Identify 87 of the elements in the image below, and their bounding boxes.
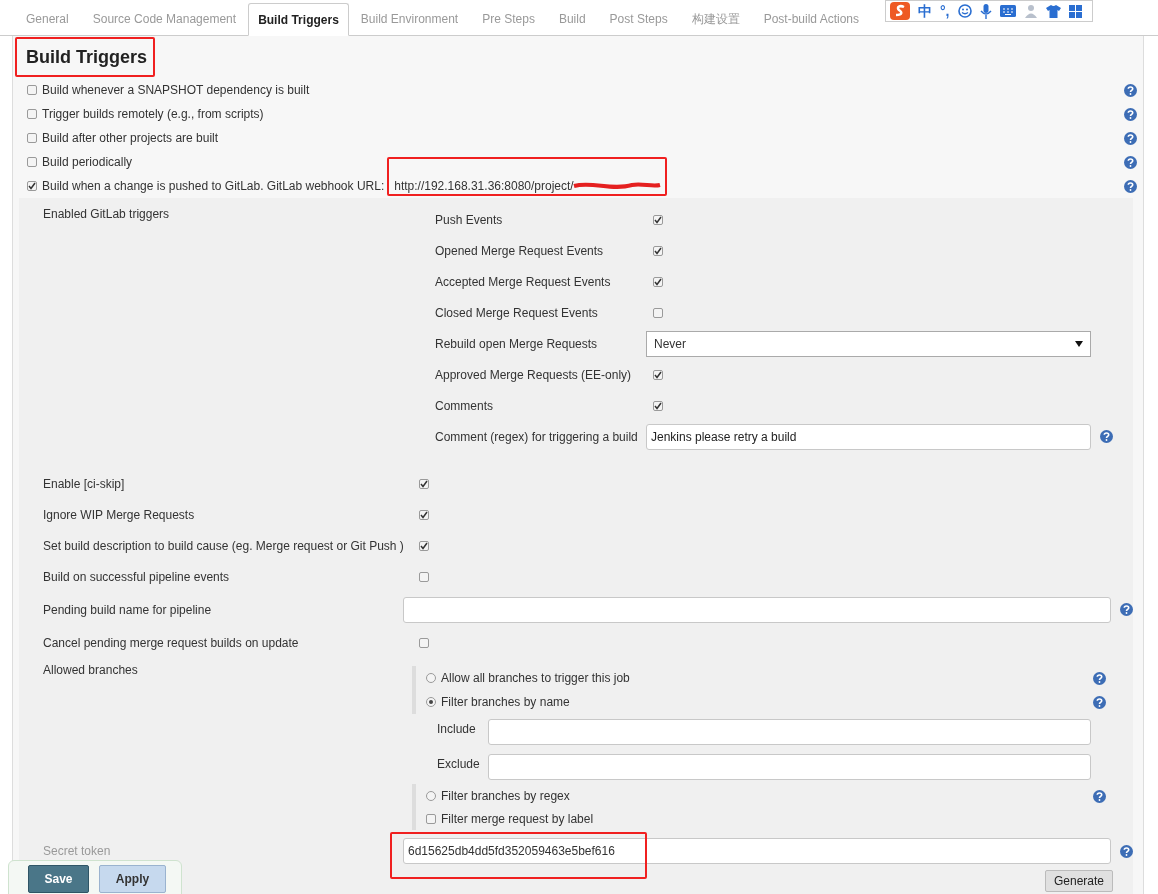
option-label: Enable [ci-skip]: [42, 475, 126, 493]
option-label: Pending build name for pipeline: [42, 601, 213, 619]
trigger-label: Build periodically: [42, 154, 133, 171]
trigger-label: Trigger builds remotely (e.g., from scripts): [42, 106, 264, 123]
help-icon[interactable]: [1124, 155, 1137, 169]
event-label: Comment (regex) for triggering a build: [435, 428, 639, 446]
shirt-icon[interactable]: [1045, 4, 1061, 18]
option-label: Set build description to build cause (eg. Merge request or Git Push ): [42, 537, 405, 555]
tab[interactable]: General: [14, 2, 81, 35]
checkbox[interactable]: [653, 245, 663, 256]
choice-label: Filter branches by regex: [441, 788, 571, 805]
choice-label: Filter merge request by label: [441, 811, 595, 828]
help-icon[interactable]: [1124, 107, 1137, 121]
text-field[interactable]: [403, 596, 1111, 623]
help-icon[interactable]: [1093, 695, 1106, 709]
trigger-label: Build whenever a SNAPSHOT dependency is built: [42, 82, 310, 99]
option-label: Ignore WIP Merge Requests: [42, 506, 196, 524]
choice-label: Filter branches by name: [441, 694, 571, 711]
secret-token-field[interactable]: 6d15625db4dd5fd352059463e5bef616: [403, 838, 1111, 864]
tab[interactable]: 构建设置: [679, 2, 752, 35]
help-icon[interactable]: [1124, 179, 1137, 193]
radio-button[interactable]: [426, 673, 436, 683]
text-field[interactable]: [488, 718, 1091, 745]
webhook-url: http://192.168.31.36:8080/project/: [394, 178, 574, 195]
help-icon[interactable]: [1124, 131, 1137, 145]
field-label: Enabled GitLab triggers: [42, 206, 171, 223]
checkbox[interactable]: [653, 369, 663, 380]
checkbox[interactable]: [27, 181, 37, 191]
tab[interactable]: Build: [546, 2, 598, 35]
choice-label: Allow all branches to trigger this job: [441, 670, 631, 687]
field-label: Secret token: [43, 843, 111, 860]
help-icon[interactable]: [1093, 671, 1106, 685]
event-label: Opened Merge Request Events: [435, 242, 605, 260]
tab[interactable]: Post-build Actions: [751, 2, 871, 35]
dropdown[interactable]: Never: [646, 330, 1091, 357]
help-icon[interactable]: [1100, 430, 1113, 443]
tab[interactable]: Source Code Management: [80, 2, 249, 35]
generate-button[interactable]: Generate: [1044, 870, 1113, 892]
option-label: Build on successful pipeline events: [42, 568, 231, 586]
field-label: Include: [437, 720, 477, 738]
checkbox[interactable]: [653, 307, 663, 318]
checkbox[interactable]: [27, 157, 37, 167]
checkbox[interactable]: [27, 109, 37, 119]
help-icon[interactable]: [1120, 844, 1133, 858]
checkbox[interactable]: [653, 276, 663, 287]
option-label: Cancel pending merge request builds on update: [42, 634, 300, 652]
section-heading: Build Triggers: [26, 45, 148, 69]
smiley-icon[interactable]: [957, 4, 972, 18]
text-field[interactable]: [488, 753, 1091, 780]
event-label: Approved Merge Requests (EE-only): [435, 366, 633, 384]
trigger-label: Build after other projects are built: [42, 130, 219, 147]
field-label: Allowed branches: [42, 662, 139, 679]
checkbox[interactable]: [419, 478, 429, 489]
tab[interactable]: Build Environment: [348, 2, 471, 35]
help-icon[interactable]: [1124, 83, 1137, 97]
tab[interactable]: Pre Steps: [470, 2, 547, 35]
ime-label[interactable]: 中: [918, 0, 932, 22]
trigger-label: Build when a change is pushed to GitLab. GitLab webhook URL:: [42, 178, 385, 195]
radio-button[interactable]: [426, 791, 436, 801]
apply-button[interactable]: Apply: [99, 865, 166, 893]
microphone-icon[interactable]: [979, 3, 992, 19]
radio-button[interactable]: [426, 697, 436, 707]
event-label: Push Events: [435, 211, 504, 229]
checkbox[interactable]: [27, 133, 37, 143]
field-label: Exclude: [437, 755, 481, 773]
tab[interactable]: Build Triggers: [248, 3, 349, 36]
save-button[interactable]: Save: [28, 865, 89, 893]
tab[interactable]: Post Steps: [597, 2, 680, 35]
event-label: Accepted Merge Request Events: [435, 273, 612, 291]
event-label: Rebuild open Merge Requests: [435, 335, 599, 353]
checkbox[interactable]: [419, 540, 429, 551]
event-label: Closed Merge Request Events: [435, 304, 599, 322]
caret-icon: [1075, 340, 1083, 347]
ime-label[interactable]: °,: [940, 0, 950, 22]
help-icon[interactable]: [1120, 603, 1133, 616]
checkbox[interactable]: [27, 85, 37, 95]
help-icon[interactable]: [1093, 789, 1106, 803]
checkbox[interactable]: [419, 571, 429, 582]
checkbox[interactable]: [426, 814, 436, 824]
checkbox[interactable]: [653, 214, 663, 225]
event-label: Comments: [435, 397, 494, 415]
checkbox[interactable]: [419, 509, 429, 520]
grid-icon[interactable]: [1068, 4, 1082, 18]
checkbox[interactable]: [419, 637, 429, 648]
keyboard-icon[interactable]: [999, 5, 1016, 17]
checkbox[interactable]: [653, 400, 663, 411]
text-field[interactable]: Jenkins please retry a build: [646, 423, 1091, 450]
